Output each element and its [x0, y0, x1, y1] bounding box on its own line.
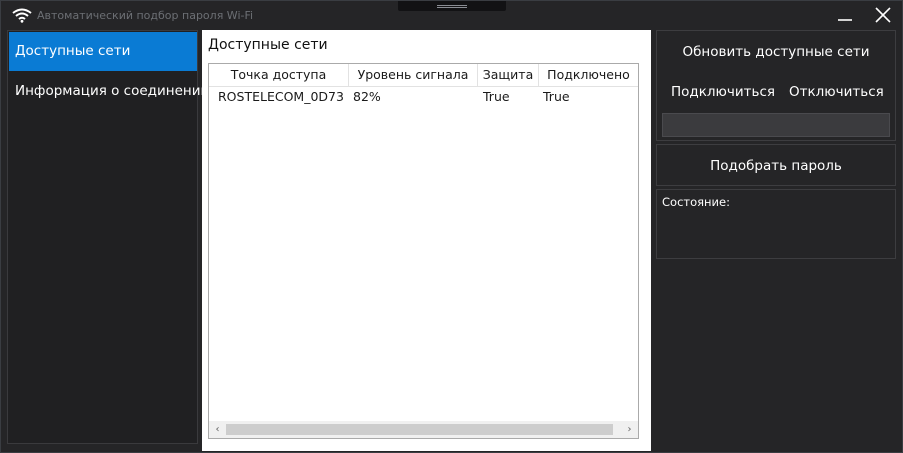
- networks-list[interactable]: Точка доступа Уровень сигнала Защита Под…: [208, 63, 639, 439]
- password-input[interactable]: [662, 113, 890, 137]
- drag-handle[interactable]: [398, 1, 506, 11]
- cell-signal: 82%: [353, 89, 381, 104]
- pick-password-button[interactable]: Подобрать пароль: [657, 156, 895, 176]
- column-header-signal[interactable]: Уровень сигнала: [349, 64, 478, 86]
- cell-access-point: ROSTELECOM_0D73: [218, 89, 344, 104]
- column-header-connected[interactable]: Подключено: [539, 64, 638, 86]
- horizontal-scrollbar[interactable]: ‹ ›: [209, 421, 638, 438]
- close-icon: [875, 7, 891, 23]
- minimize-button[interactable]: [829, 1, 861, 29]
- column-header-access-point[interactable]: Точка доступа: [209, 64, 349, 86]
- networks-panel: Доступные сети Точка доступа Уровень сиг…: [202, 30, 651, 451]
- column-header-security[interactable]: Защита: [478, 64, 539, 86]
- scroll-left-icon[interactable]: ‹: [209, 421, 226, 438]
- disconnect-button[interactable]: Отключиться: [789, 82, 884, 102]
- close-button[interactable]: [867, 1, 899, 29]
- window-title: Автоматический подбор пароля Wi-Fi: [37, 9, 254, 22]
- networks-title: Доступные сети: [208, 37, 328, 53]
- status-label: Состояние:: [662, 195, 730, 209]
- cell-security: True: [483, 89, 510, 104]
- grip-icon: [437, 5, 467, 8]
- connect-button[interactable]: Подключиться: [671, 82, 775, 102]
- scroll-right-icon[interactable]: ›: [621, 421, 638, 438]
- refresh-networks-button[interactable]: Обновить доступные сети: [657, 42, 895, 62]
- list-header: Точка доступа Уровень сигнала Защита Под…: [209, 64, 638, 87]
- pick-password-group: Подобрать пароль: [656, 144, 896, 186]
- status-panel: Состояние:: [656, 189, 896, 259]
- cell-connected: True: [543, 89, 570, 104]
- nav-item-available-networks[interactable]: Доступные сети: [9, 32, 197, 71]
- app-window: Автоматический подбор пароля Wi-Fi Досту…: [0, 0, 903, 453]
- scrollbar-thumb[interactable]: [226, 424, 613, 435]
- nav-item-connection-info[interactable]: Информация о соединении: [9, 72, 209, 111]
- connection-controls: Обновить доступные сети Подключиться Отк…: [656, 30, 896, 141]
- minimize-icon: [838, 19, 852, 21]
- title-bar[interactable]: Автоматический подбор пароля Wi-Fi: [1, 1, 902, 29]
- sidebar-nav: Доступные сети Информация о соединении: [7, 30, 209, 444]
- list-item[interactable]: ROSTELECOM_0D73 82% True True: [209, 87, 638, 107]
- wifi-icon: [12, 7, 32, 23]
